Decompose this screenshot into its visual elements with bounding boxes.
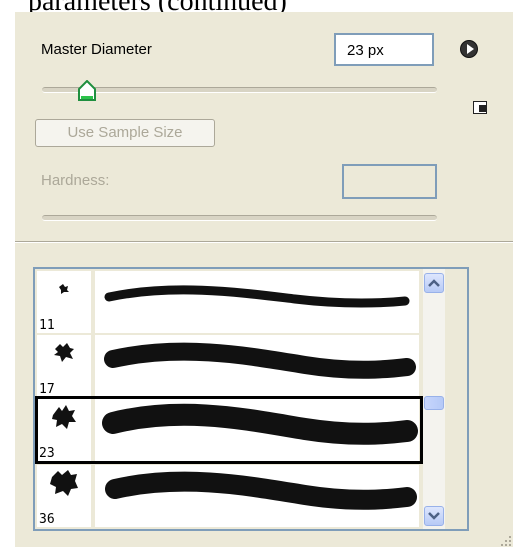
flyout-menu-arrow-icon[interactable] (460, 40, 478, 58)
brush-list-scrollbar[interactable] (423, 269, 445, 529)
scroll-down-button[interactable] (424, 506, 444, 526)
brush-tip-icon (54, 343, 74, 362)
brush-preset-item-selected[interactable]: 23 (35, 396, 423, 464)
brush-stroke-preview (95, 335, 419, 397)
brush-size-label: 36 (39, 512, 55, 527)
master-diameter-slider-thumb[interactable] (78, 80, 96, 102)
brush-size-label: 23 (39, 446, 55, 461)
brush-tip-thumbnail: 17 (37, 335, 91, 397)
chevron-up-icon (428, 279, 440, 287)
brush-tip-icon (59, 284, 69, 294)
brush-options-panel: Master Diameter 23 px Use Sample Size Ha… (15, 12, 513, 547)
master-diameter-slider-track[interactable] (42, 87, 437, 93)
new-preset-icon[interactable] (473, 101, 487, 114)
brush-preset-item[interactable]: 17 (35, 335, 419, 397)
hardness-input[interactable] (342, 164, 437, 199)
hardness-label: Hardness: (41, 172, 110, 189)
master-diameter-label: Master Diameter (41, 41, 152, 58)
section-divider (15, 241, 513, 243)
brush-tip-thumbnail: 36 (37, 465, 91, 527)
hardness-slider-track[interactable] (42, 215, 437, 221)
brush-tip-icon (52, 405, 76, 429)
scrollbar-thumb[interactable] (424, 396, 444, 410)
brush-preset-list[interactable]: 11 17 23 36 (33, 267, 469, 531)
scroll-up-button[interactable] (424, 273, 444, 293)
brush-tip-icon (50, 470, 78, 496)
brush-tip-thumbnail: 23 (37, 399, 91, 461)
brush-stroke-preview (95, 399, 419, 461)
use-sample-size-button[interactable]: Use Sample Size (35, 119, 215, 147)
brush-tip-thumbnail: 11 (37, 271, 91, 333)
brush-preset-item[interactable]: 11 (35, 271, 419, 333)
brush-size-label: 11 (39, 318, 55, 333)
brush-stroke-preview (95, 465, 419, 527)
resize-grip-icon[interactable] (500, 535, 512, 547)
brush-stroke-preview (95, 271, 419, 333)
master-diameter-input[interactable]: 23 px (334, 33, 434, 66)
brush-preset-item[interactable]: 36 (35, 465, 419, 527)
chevron-down-icon (428, 512, 440, 520)
brush-size-label: 17 (39, 382, 55, 397)
